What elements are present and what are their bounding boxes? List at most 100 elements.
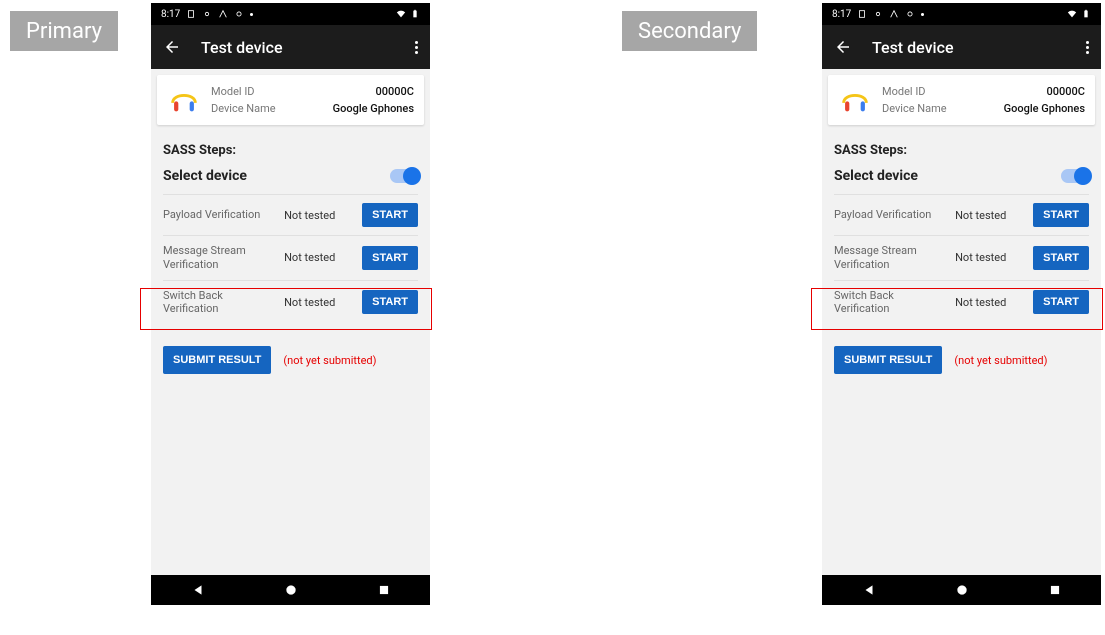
card-info: Model ID 00000C Device Name Google Gphon… [211, 85, 414, 115]
battery-icon [410, 9, 420, 19]
test-row-switch-back: Switch Back Verification Not tested STAR… [163, 280, 418, 325]
wifi-icon [1067, 9, 1077, 19]
test-status: Not tested [284, 209, 362, 222]
app-bar: Test device [822, 25, 1101, 69]
content-area: Model ID 00000C Device Name Google Gphon… [822, 69, 1101, 575]
test-name: Message Stream Verification [163, 244, 284, 272]
wifi-icon [396, 9, 406, 19]
secondary-label-text: Secondary [638, 19, 741, 44]
device-name-row: Device Name Google Gphones [882, 102, 1085, 115]
test-name: Payload Verification [834, 208, 955, 222]
dot-icon [921, 13, 924, 16]
secondary-phone: 8:17 Test device Model ID [822, 3, 1101, 605]
content-area: Model ID 00000C Device Name Google Gphon… [151, 69, 430, 575]
status-left: 8:17 [832, 9, 924, 20]
nav-bar [151, 575, 430, 605]
overflow-menu-icon[interactable] [415, 41, 418, 54]
start-button[interactable]: START [362, 246, 418, 270]
select-device-label: Select device [834, 168, 918, 184]
primary-label-text: Primary [26, 19, 102, 44]
select-device-row: Select device [834, 168, 1089, 184]
debug-icon [857, 9, 867, 19]
card-info: Model ID 00000C Device Name Google Gphon… [882, 85, 1085, 115]
status-right [1067, 9, 1091, 19]
device-name-value: Google Gphones [333, 102, 414, 115]
overflow-menu-icon[interactable] [1086, 41, 1089, 54]
start-button[interactable]: START [362, 203, 418, 227]
test-row-payload: Payload Verification Not tested START [163, 194, 418, 235]
headphones-icon [838, 83, 872, 117]
nav-recent-icon[interactable] [377, 583, 391, 597]
start-button[interactable]: START [1033, 246, 1089, 270]
status-left: 8:17 [161, 9, 253, 20]
app-bar-title: Test device [872, 38, 1066, 57]
nav-back-icon[interactable] [191, 583, 205, 597]
device-card: Model ID 00000C Device Name Google Gphon… [157, 75, 424, 125]
sass-steps-title: SASS Steps: [163, 143, 418, 158]
antenna-icon [889, 9, 899, 19]
test-name: Payload Verification [163, 208, 284, 222]
nav-recent-icon[interactable] [1048, 583, 1062, 597]
app-bar: Test device [151, 25, 430, 69]
test-status: Not tested [284, 251, 362, 264]
test-row-message-stream: Message Stream Verification Not tested S… [834, 235, 1089, 280]
test-name: Switch Back Verification [163, 289, 284, 317]
battery-icon [1081, 9, 1091, 19]
nav-back-icon[interactable] [862, 583, 876, 597]
status-time: 8:17 [161, 9, 180, 20]
status-time: 8:17 [832, 9, 851, 20]
start-button[interactable]: START [1033, 290, 1089, 314]
device-name-value: Google Gphones [1004, 102, 1085, 115]
model-id-row: Model ID 00000C [211, 85, 414, 98]
status-bar: 8:17 [151, 3, 430, 25]
dot-icon [250, 13, 253, 16]
test-row-switch-back: Switch Back Verification Not tested STAR… [834, 280, 1089, 325]
test-name: Message Stream Verification [834, 244, 955, 272]
select-device-label: Select device [163, 168, 247, 184]
test-status: Not tested [955, 296, 1033, 309]
not-submitted-label: (not yet submitted) [283, 354, 376, 367]
not-submitted-label: (not yet submitted) [954, 354, 1047, 367]
headphones-icon [167, 83, 201, 117]
model-id-label: Model ID [211, 85, 255, 98]
select-device-toggle[interactable] [1061, 169, 1089, 183]
settings-icon [905, 9, 915, 19]
submit-row: SUBMIT RESULT (not yet submitted) [834, 346, 1089, 374]
test-row-payload: Payload Verification Not tested START [834, 194, 1089, 235]
gear-icon [873, 9, 883, 19]
start-button[interactable]: START [362, 290, 418, 314]
submit-row: SUBMIT RESULT (not yet submitted) [163, 346, 418, 374]
select-device-row: Select device [163, 168, 418, 184]
debug-icon [186, 9, 196, 19]
select-device-toggle[interactable] [390, 169, 418, 183]
sass-section: SASS Steps: Select device Payload Verifi… [151, 131, 430, 386]
primary-label: Primary [10, 11, 118, 51]
status-bar: 8:17 [822, 3, 1101, 25]
model-id-value: 00000C [1047, 85, 1085, 98]
nav-home-icon[interactable] [955, 583, 969, 597]
test-status: Not tested [955, 251, 1033, 264]
submit-result-button[interactable]: SUBMIT RESULT [834, 346, 942, 374]
back-arrow-icon[interactable] [163, 38, 181, 56]
test-status: Not tested [955, 209, 1033, 222]
submit-result-button[interactable]: SUBMIT RESULT [163, 346, 271, 374]
antenna-icon [218, 9, 228, 19]
start-button[interactable]: START [1033, 203, 1089, 227]
sass-steps-title: SASS Steps: [834, 143, 1089, 158]
device-name-label: Device Name [882, 102, 947, 115]
app-bar-title: Test device [201, 38, 395, 57]
secondary-label: Secondary [622, 11, 757, 51]
device-name-label: Device Name [211, 102, 276, 115]
device-card: Model ID 00000C Device Name Google Gphon… [828, 75, 1095, 125]
test-name: Switch Back Verification [834, 289, 955, 317]
test-row-message-stream: Message Stream Verification Not tested S… [163, 235, 418, 280]
status-right [396, 9, 420, 19]
nav-home-icon[interactable] [284, 583, 298, 597]
test-status: Not tested [284, 296, 362, 309]
back-arrow-icon[interactable] [834, 38, 852, 56]
model-id-value: 00000C [376, 85, 414, 98]
model-id-row: Model ID 00000C [882, 85, 1085, 98]
primary-phone: 8:17 Test device Model ID [151, 3, 430, 605]
device-name-row: Device Name Google Gphones [211, 102, 414, 115]
gear-icon [202, 9, 212, 19]
